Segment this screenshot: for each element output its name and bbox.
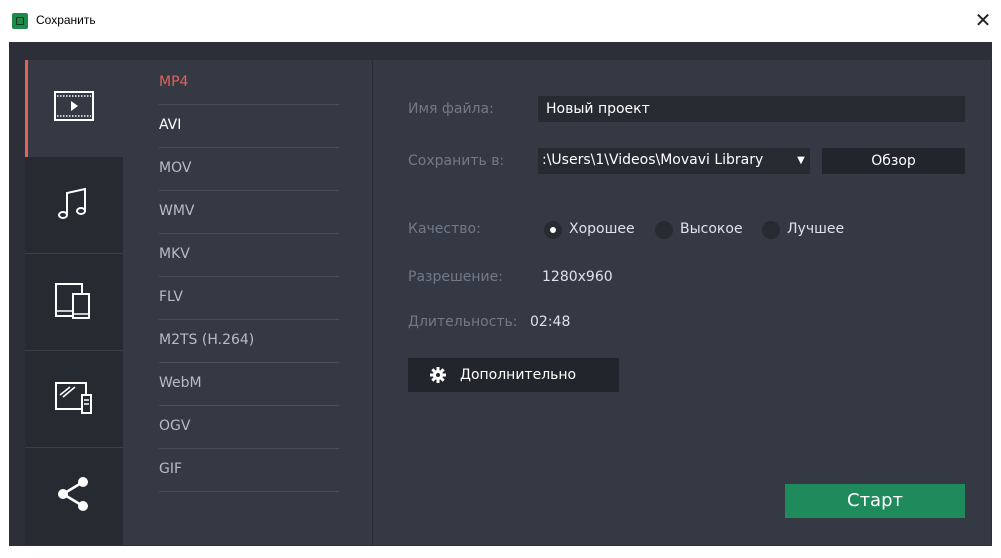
- advanced-label: Дополнительно: [460, 367, 577, 383]
- resolution-label: Разрешение:: [408, 269, 503, 285]
- quality-label: Качество:: [408, 221, 481, 237]
- format-item-gif[interactable]: GIF: [159, 449, 339, 492]
- duration-label: Длительность:: [408, 314, 518, 330]
- close-button[interactable]: ✕: [971, 8, 995, 32]
- format-item-ogv[interactable]: OGV: [159, 406, 339, 449]
- save-path-value: :\Users\1\Videos\Movavi Library: [542, 152, 764, 168]
- format-list: MP4 AVI MOV WMV MKV FLV M2TS (H.264) Web…: [123, 60, 373, 545]
- format-item-avi[interactable]: AVI: [159, 105, 339, 148]
- browse-button[interactable]: Обзор: [822, 148, 965, 174]
- quality-radio-high[interactable]: [655, 221, 673, 239]
- devices-icon: [55, 283, 90, 319]
- dropdown-arrow-icon[interactable]: ▼: [792, 148, 810, 174]
- format-item-webm[interactable]: WebM: [159, 363, 339, 406]
- save-path-dropdown[interactable]: :\Users\1\Videos\Movavi Library ▼: [538, 148, 810, 174]
- gear-icon: [430, 367, 446, 383]
- format-item-mkv[interactable]: MKV: [159, 234, 339, 277]
- tab-audio[interactable]: [25, 157, 123, 254]
- quality-option-good[interactable]: Хорошее: [569, 221, 635, 237]
- format-item-mp4[interactable]: MP4: [159, 62, 339, 105]
- format-item-wmv[interactable]: WMV: [159, 191, 339, 234]
- resolution-value: 1280x960: [542, 269, 613, 285]
- quality-option-best[interactable]: Лучшее: [787, 221, 844, 237]
- title-bar: Сохранить ✕: [0, 0, 1001, 42]
- app-logo-icon: [12, 13, 28, 29]
- quality-radio-best[interactable]: [762, 221, 780, 239]
- filename-label: Имя файла:: [408, 101, 494, 117]
- tv-icon: [55, 382, 92, 414]
- quality-option-high[interactable]: Высокое: [680, 221, 743, 237]
- filename-input[interactable]: [538, 96, 965, 122]
- quality-radio-good[interactable]: [544, 221, 562, 239]
- music-icon: [58, 187, 86, 219]
- tab-video[interactable]: [25, 60, 123, 157]
- share-icon: [58, 477, 88, 511]
- tab-devices[interactable]: [25, 254, 123, 351]
- video-icon: [54, 91, 94, 121]
- tab-share[interactable]: [25, 448, 123, 545]
- save-to-label: Сохранить в:: [408, 153, 505, 169]
- format-item-mov[interactable]: MOV: [159, 148, 339, 191]
- format-item-flv[interactable]: FLV: [159, 277, 339, 320]
- start-button[interactable]: Старт: [785, 484, 965, 518]
- tab-tv[interactable]: [25, 351, 123, 448]
- format-item-m2ts[interactable]: M2TS (H.264): [159, 320, 339, 363]
- duration-value: 02:48: [530, 314, 571, 330]
- advanced-button[interactable]: Дополнительно: [408, 358, 619, 392]
- window-title: Сохранить: [36, 13, 96, 27]
